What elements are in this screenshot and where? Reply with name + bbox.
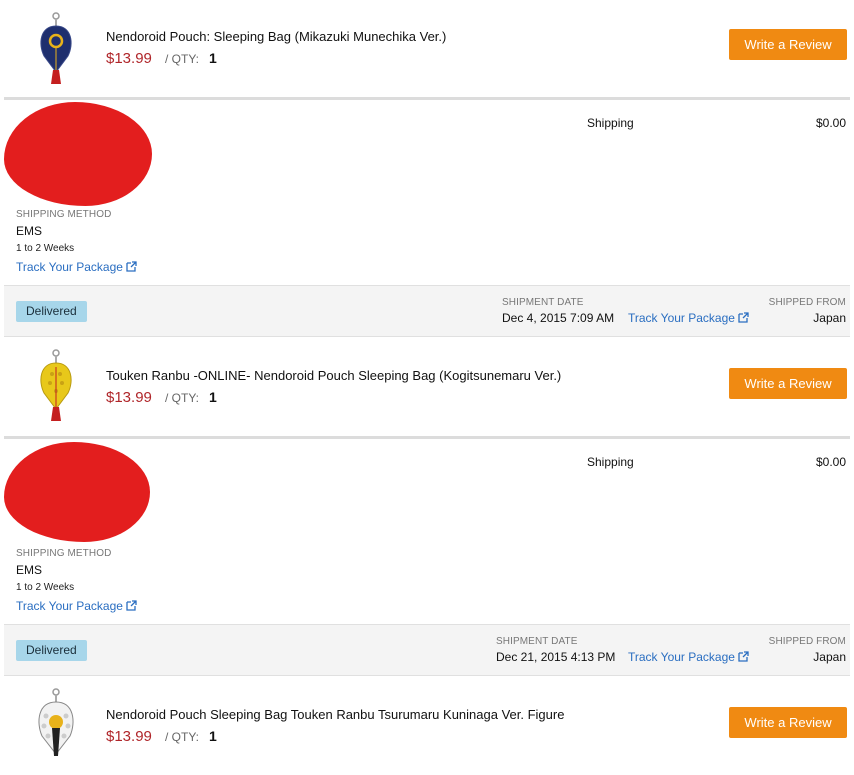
qty-value: 1 [209, 389, 217, 405]
shipping-method-label: SHIPPING METHOD [16, 209, 112, 220]
shipped-from-label: SHIPPED FROM [768, 636, 846, 647]
write-review-button[interactable]: Write a Review [729, 707, 847, 738]
external-link-icon [738, 311, 749, 325]
shipment-status-bar: Delivered SHIPMENT DATE Dec 4, 2015 7:09… [4, 285, 850, 337]
track-package-label: Track Your Package [628, 311, 735, 325]
redacted-address [4, 102, 152, 206]
product-title[interactable]: Touken Ranbu -ONLINE- Nendoroid Pouch Sl… [106, 368, 561, 383]
divider [4, 97, 850, 100]
status-badge: Delivered [16, 301, 87, 322]
track-package-label: Track Your Package [16, 260, 123, 274]
product-thumbnail[interactable] [28, 347, 84, 425]
qty-value: 1 [209, 728, 217, 744]
qty-label: / QTY: [165, 730, 200, 744]
product-price: $13.99 [106, 389, 152, 406]
external-link-icon [126, 599, 137, 613]
track-package-label: Track Your Package [16, 599, 123, 613]
shipping-duration: 1 to 2 Weeks [16, 582, 75, 593]
product-item: Touken Ranbu -ONLINE- Nendoroid Pouch Sl… [0, 337, 854, 435]
shipping-duration: 1 to 2 Weeks [16, 243, 75, 254]
shipping-method: EMS [16, 224, 43, 238]
track-package-link[interactable]: Track Your Package [628, 311, 749, 325]
write-review-button[interactable]: Write a Review [729, 29, 847, 60]
product-title[interactable]: Nendoroid Pouch: Sleeping Bag (Mikazuki … [106, 29, 446, 44]
track-package-label: Track Your Package [628, 650, 735, 664]
qty-label: / QTY: [165, 391, 200, 405]
shipment-date-label: SHIPMENT DATE [496, 636, 578, 647]
shipping-label: Shipping [587, 116, 634, 130]
product-item: Nendoroid Pouch Sleeping Bag Touken Ranb… [0, 676, 854, 775]
shipment-date: Dec 21, 2015 4:13 PM [496, 650, 616, 664]
external-link-icon [126, 260, 137, 274]
external-link-icon [738, 650, 749, 664]
shipped-from-label: SHIPPED FROM [768, 297, 846, 308]
divider [4, 436, 850, 439]
track-package-link[interactable]: Track Your Package [16, 260, 137, 274]
shipment-status-bar: Delivered SHIPMENT DATE Dec 21, 2015 4:1… [4, 624, 850, 676]
product-title[interactable]: Nendoroid Pouch Sleeping Bag Touken Ranb… [106, 707, 564, 722]
write-review-button[interactable]: Write a Review [729, 368, 847, 399]
product-thumbnail[interactable] [28, 686, 84, 768]
product-thumbnail[interactable] [28, 10, 84, 88]
product-price: $13.99 [106, 728, 152, 745]
shipped-from: Japan [813, 311, 846, 325]
shipping-label: Shipping [587, 455, 634, 469]
track-package-link[interactable]: Track Your Package [628, 650, 749, 664]
track-package-link[interactable]: Track Your Package [16, 599, 137, 613]
qty-label: / QTY: [165, 52, 200, 66]
shipment-date-label: SHIPMENT DATE [502, 297, 584, 308]
shipped-from: Japan [813, 650, 846, 664]
shipping-method: EMS [16, 563, 43, 577]
product-item: Nendoroid Pouch: Sleeping Bag (Mikazuki … [0, 0, 854, 98]
redacted-address [4, 442, 150, 542]
shipping-cost: $0.00 [815, 455, 846, 469]
shipping-cost: $0.00 [815, 116, 846, 130]
shipping-method-label: SHIPPING METHOD [16, 548, 112, 559]
product-price: $13.99 [106, 50, 152, 67]
qty-value: 1 [209, 50, 217, 66]
status-badge: Delivered [16, 640, 87, 661]
shipment-date: Dec 4, 2015 7:09 AM [502, 311, 615, 325]
